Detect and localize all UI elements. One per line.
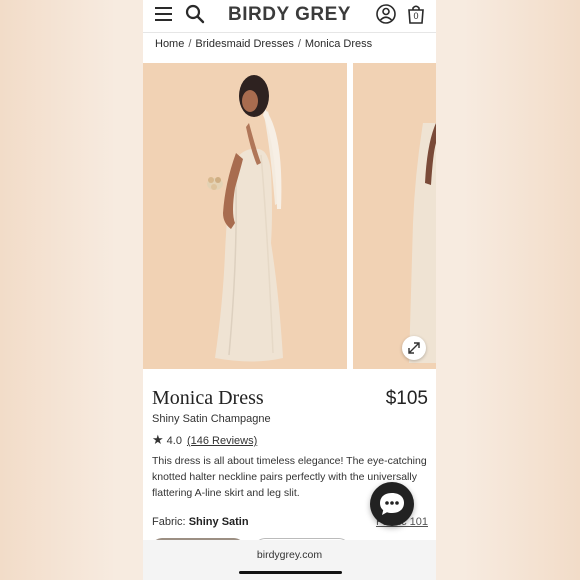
breadcrumb-bridesmaid-dresses[interactable]: Bridesmaid Dresses xyxy=(195,38,293,50)
expand-icon[interactable] xyxy=(402,336,426,360)
product-price: $105 xyxy=(385,388,428,409)
chat-bubble-icon xyxy=(380,493,404,515)
browser-domain[interactable]: birdygrey.com xyxy=(143,549,436,561)
breadcrumb: Home / Bridesmaid Dresses / Monica Dress xyxy=(155,38,372,50)
product-name: Monica Dress xyxy=(152,387,264,409)
fabric-value: Shiny Satin xyxy=(188,516,249,528)
bag-icon[interactable]: 0 xyxy=(405,3,427,25)
product-image-next[interactable] xyxy=(353,63,436,369)
product-rating: ★ 4.0 (146 Reviews) xyxy=(152,432,257,448)
fabric-label: Fabric: xyxy=(152,516,186,528)
bag-count: 0 xyxy=(413,11,419,21)
chat-button[interactable] xyxy=(370,482,414,526)
breadcrumb-separator: / xyxy=(297,38,301,50)
product-image-main[interactable] xyxy=(143,63,347,369)
reviews-link[interactable]: (146 Reviews) xyxy=(187,435,257,447)
top-navigation: BIRDY GREY 0 xyxy=(143,0,436,33)
phone-screen: BIRDY GREY 0 Home / Bridesmaid Dresses / Mon… xyxy=(143,0,436,580)
home-indicator xyxy=(239,571,342,574)
star-icon: ★ xyxy=(152,432,164,447)
product-gallery[interactable] xyxy=(143,63,436,369)
account-icon[interactable] xyxy=(375,3,397,25)
breadcrumb-separator: / xyxy=(188,38,192,50)
fabric-info: Fabric: Shiny Satin xyxy=(152,516,249,528)
breadcrumb-home[interactable]: Home xyxy=(155,38,184,50)
product-color: Shiny Satin Champagne xyxy=(152,413,271,425)
breadcrumb-current: Monica Dress xyxy=(304,38,373,50)
rating-value: 4.0 xyxy=(166,435,182,447)
browser-address-bar: birdygrey.com xyxy=(143,540,436,580)
